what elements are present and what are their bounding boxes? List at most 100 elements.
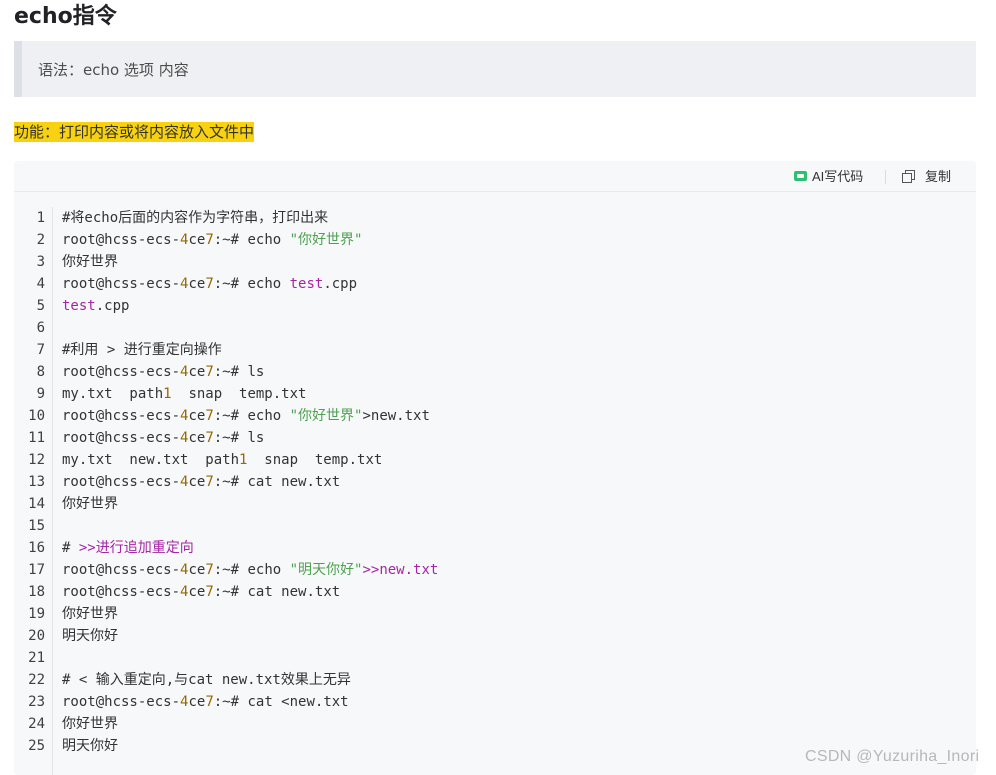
code-token: ce: [188, 232, 206, 248]
code-line: 24 你好世界: [14, 713, 976, 735]
line-number: 13: [28, 474, 45, 490]
code-token: :~# echo: [213, 232, 290, 248]
code-token: 你好世界: [62, 496, 118, 512]
code-token: ce: [188, 364, 206, 380]
code-line: 15: [14, 515, 976, 537]
code-line: 17 root@hcss-ecs-4ce7:~# echo "明天你好">>new…: [14, 559, 976, 581]
code-line: 14 你好世界: [14, 493, 976, 515]
code-line: 13 root@hcss-ecs-4ce7:~# cat new.txt: [14, 471, 976, 493]
feature-highlight: 功能：打印内容或将内容放入文件中: [14, 122, 255, 142]
code-line: 4 root@hcss-ecs-4ce7:~# echo test.cpp: [14, 273, 976, 295]
copy-button[interactable]: 复制: [902, 166, 951, 185]
code-token: 你好世界: [62, 716, 118, 732]
code-token: :~# echo: [213, 408, 290, 424]
code-token: 7: [205, 232, 214, 248]
line-number: 14: [28, 496, 45, 512]
line-number: 24: [28, 716, 45, 732]
syntax-blockquote: 语法：echo 选项 内容: [14, 41, 976, 97]
line-number: 7: [36, 342, 45, 358]
code-toolbar: AI写代码 复制: [14, 161, 976, 192]
toolbar-divider: [885, 170, 886, 184]
line-number: 21: [28, 650, 45, 666]
code-token: >new.txt: [362, 408, 430, 424]
code-token: 7: [205, 694, 214, 710]
code-token: root@hcss-ecs-: [62, 474, 181, 490]
code-token: 7: [205, 364, 214, 380]
copy-label: 复制: [925, 169, 952, 184]
code-line: 3 你好世界: [14, 251, 976, 273]
code-token: 明天你好: [62, 738, 118, 754]
code-line: 7 #利用 > 进行重定向操作: [14, 339, 976, 361]
code-token: :~# cat <new.txt: [213, 694, 349, 710]
code-token: root@hcss-ecs-: [62, 232, 181, 248]
line-number: 6: [36, 320, 45, 336]
code-line: 1 #将echo后面的内容作为字符串，打印出来: [14, 207, 976, 229]
code-line: 23 root@hcss-ecs-4ce7:~# cat <new.txt: [14, 691, 976, 713]
code-token: # < 输入重定向,与cat new.txt效果上无异: [62, 672, 351, 688]
code-token: my.txt new.txt path: [62, 452, 240, 468]
code-text: root@hcss-ecs-4ce7:~# cat new.txt: [62, 581, 340, 603]
code-token: :~# ls: [213, 364, 265, 380]
line-number: 15: [28, 518, 45, 534]
code-body: 1 #将echo后面的内容作为字符串，打印出来 2 root@hcss-ecs-4ce…: [14, 207, 976, 757]
code-token: root@hcss-ecs-: [62, 430, 181, 446]
line-number: 2: [36, 232, 45, 248]
code-token: ce: [188, 584, 206, 600]
line-number: 17: [28, 562, 45, 578]
code-token: ce: [188, 474, 206, 490]
code-line: 10 root@hcss-ecs-4ce7:~# echo "你好世界">new.…: [14, 405, 976, 427]
code-token: .cpp: [323, 276, 358, 292]
line-number: 12: [28, 452, 45, 468]
code-block: AI写代码 复制 1 #将echo后面的内容作为字符串，打印出来 2 root@hcs…: [14, 161, 976, 775]
code-token: my.txt path: [62, 386, 164, 402]
code-line: 18 root@hcss-ecs-4ce7:~# cat new.txt: [14, 581, 976, 603]
code-text: root@hcss-ecs-4ce7:~# echo "你好世界": [62, 229, 362, 251]
code-text: 你好世界: [62, 493, 118, 515]
code-token: :~# cat new.txt: [213, 474, 341, 490]
code-line: 16 # >>进行追加重定向: [14, 537, 976, 559]
code-line: 9 my.txt path1 snap temp.txt: [14, 383, 976, 405]
code-token: ce: [188, 694, 206, 710]
code-text: root@hcss-ecs-4ce7:~# echo "你好世界">new.tx…: [62, 405, 430, 427]
code-token: 7: [205, 276, 214, 292]
code-token: >>进行追加重定向: [78, 540, 194, 556]
code-token: snap temp.txt: [171, 386, 307, 402]
copy-icon: [902, 169, 915, 183]
line-number: 5: [36, 298, 45, 314]
code-token: "你好世界": [289, 408, 363, 424]
code-text: root@hcss-ecs-4ce7:~# echo "明天你好">>new.t…: [62, 559, 438, 581]
code-text: 明天你好: [62, 735, 118, 757]
code-text: root@hcss-ecs-4ce7:~# cat new.txt: [62, 471, 340, 493]
code-token: ce: [188, 276, 206, 292]
code-line: 22 # < 输入重定向,与cat new.txt效果上无异: [14, 669, 976, 691]
code-token: root@hcss-ecs-: [62, 276, 181, 292]
code-token: #利用 > 进行重定向操作: [62, 342, 222, 358]
code-line: 11 root@hcss-ecs-4ce7:~# ls: [14, 427, 976, 449]
code-text: root@hcss-ecs-4ce7:~# cat <new.txt: [62, 691, 349, 713]
line-number: 3: [36, 254, 45, 270]
code-token: root@hcss-ecs-: [62, 408, 181, 424]
code-line: 5 test.cpp: [14, 295, 976, 317]
code-line: 20 明天你好: [14, 625, 976, 647]
code-token: 7: [205, 408, 214, 424]
code-token: 7: [205, 474, 214, 490]
code-token: :~# echo: [213, 562, 290, 578]
line-number: 10: [28, 408, 45, 424]
line-number: 1: [36, 210, 45, 226]
code-token: :~# ls: [213, 430, 265, 446]
code-token: ce: [188, 562, 206, 578]
code-token: ce: [188, 408, 206, 424]
ai-code-icon: [794, 170, 807, 181]
code-token: :~# echo: [213, 276, 290, 292]
code-token: test: [289, 276, 324, 292]
line-number: 4: [36, 276, 45, 292]
ai-write-code-label: AI写代码: [812, 169, 864, 184]
code-token: 你好世界: [62, 254, 118, 270]
code-line: 21: [14, 647, 976, 669]
ai-write-code-button[interactable]: AI写代码: [794, 166, 863, 185]
code-line: 6: [14, 317, 976, 339]
code-token: 明天你好: [62, 628, 118, 644]
code-text: my.txt new.txt path1 snap temp.txt: [62, 449, 382, 471]
line-number: 9: [36, 386, 45, 402]
code-token: "你好世界": [289, 232, 363, 248]
